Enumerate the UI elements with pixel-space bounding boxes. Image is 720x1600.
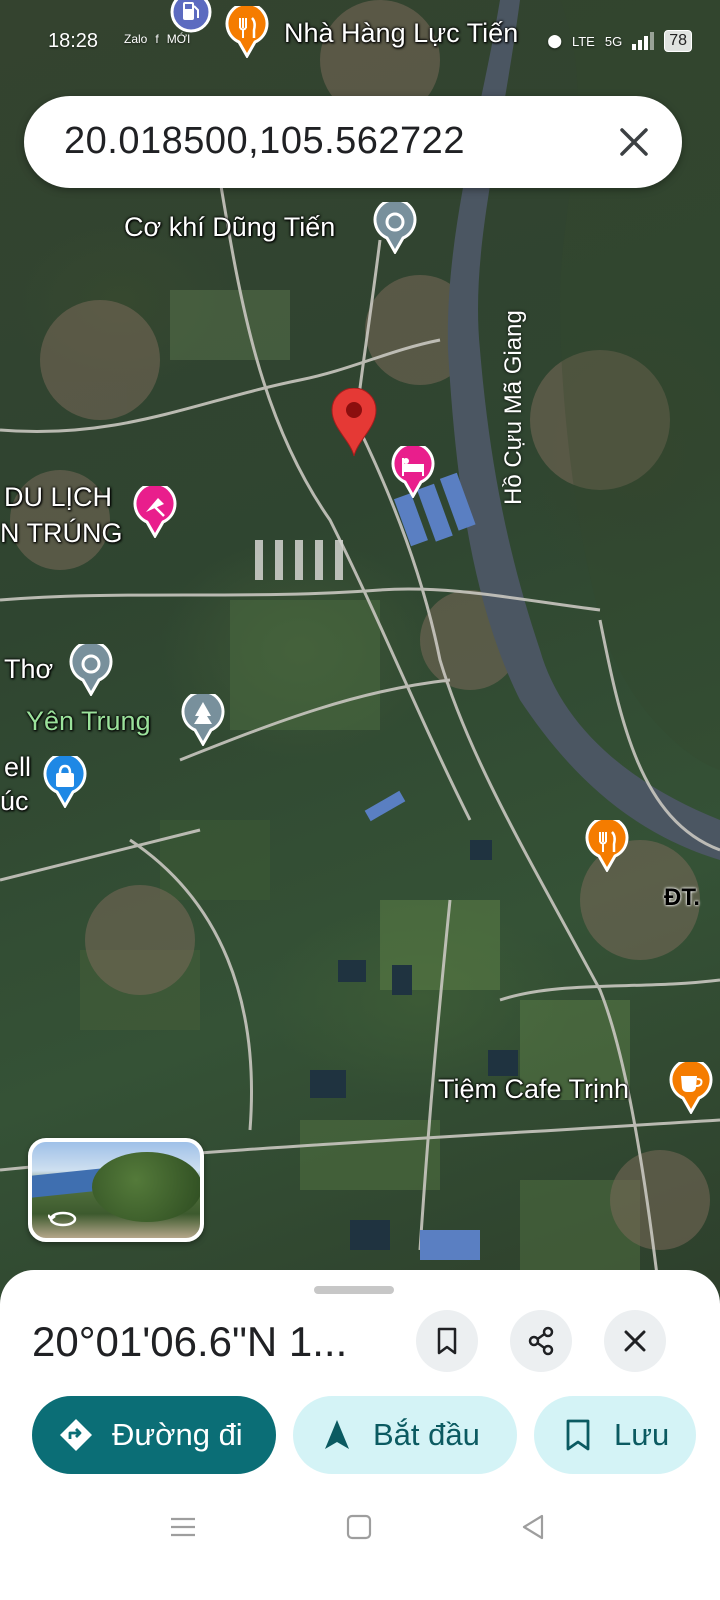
news-icon: MỚI	[166, 32, 191, 46]
save-icon-button[interactable]	[416, 1310, 478, 1372]
bookmark-icon	[437, 1327, 457, 1355]
menu-icon[interactable]	[168, 1512, 198, 1542]
hotel-icon[interactable]	[390, 446, 436, 498]
home-icon[interactable]	[344, 1512, 374, 1542]
close-icon	[624, 1330, 646, 1352]
battery-indicator: 78	[664, 30, 692, 52]
status-bar: 18:28 Zalo f MỚI ⬤ LTE 5G 78	[0, 22, 720, 62]
share-icon	[528, 1326, 554, 1356]
tourism-label-line2[interactable]: N TRÚNG	[0, 518, 123, 549]
status-indicators: ⬤ LTE 5G 78	[547, 30, 692, 52]
road-label: ĐT.	[664, 884, 700, 911]
place-title: 20°01'06.6"N 1...	[32, 1318, 348, 1365]
pin-icon[interactable]	[68, 644, 114, 696]
place-label-tho[interactable]: Thơ	[4, 654, 53, 685]
navigation-arrow-icon	[325, 1420, 349, 1449]
pin-icon[interactable]	[372, 202, 418, 254]
street-view-tree	[92, 1152, 200, 1222]
directions-button[interactable]: Đường đi	[32, 1396, 276, 1474]
status-app-icons: Zalo f MỚI	[124, 32, 190, 46]
signal-bars-icon	[632, 32, 655, 50]
map-view[interactable]: Nhà Hàng Lực Tiến Cơ khí Dũng Tiến Hồ Cự…	[0, 0, 720, 1330]
tourism-label-line1[interactable]: DU LỊCH	[4, 482, 112, 513]
shopping-label-line1[interactable]: ell	[4, 752, 31, 783]
river-label: Hồ Cựu Mã Giang	[500, 310, 527, 505]
place-label[interactable]: Cơ khí Dũng Tiến	[124, 212, 335, 243]
facebook-icon: f	[155, 32, 159, 46]
status-time: 18:28	[48, 30, 99, 52]
system-navigation-bar	[0, 1496, 720, 1556]
rotate-360-icon	[48, 1211, 77, 1227]
restaurant-icon[interactable]	[584, 820, 630, 872]
directions-label: Đường đi	[112, 1417, 243, 1452]
close-icon[interactable]	[614, 122, 654, 162]
shopping-label-line2[interactable]: úc	[0, 786, 29, 817]
bookmark-icon	[566, 1419, 590, 1451]
tourist-icon[interactable]	[132, 486, 178, 538]
shopping-icon[interactable]	[42, 756, 88, 808]
zalo-icon: Zalo	[124, 32, 148, 46]
search-query[interactable]: 20.018500,105.562722	[64, 120, 465, 163]
park-icon[interactable]	[180, 694, 226, 746]
dropped-pin-icon[interactable]	[330, 388, 378, 458]
street-view-thumbnail[interactable]	[28, 1138, 204, 1242]
cafe-icon[interactable]	[668, 1062, 714, 1114]
sheet-drag-handle[interactable]	[314, 1286, 394, 1294]
cafe-label[interactable]: Tiệm Cafe Trịnh	[438, 1074, 629, 1105]
share-button[interactable]	[510, 1310, 572, 1372]
save-label: Lưu	[614, 1417, 670, 1452]
close-sheet-button[interactable]	[604, 1310, 666, 1372]
signal-label: 5G	[604, 33, 623, 49]
back-icon[interactable]	[518, 1512, 548, 1542]
search-bar[interactable]: 20.018500,105.562722	[24, 96, 682, 188]
directions-icon	[60, 1419, 92, 1451]
network-status-label: LTE	[571, 33, 595, 49]
save-button[interactable]: Lưu	[534, 1396, 696, 1474]
start-label: Bắt đầu	[373, 1417, 480, 1452]
location-status-icon: ⬤	[547, 33, 562, 48]
park-label[interactable]: Yên Trung	[26, 706, 151, 737]
start-navigation-button[interactable]: Bắt đầu	[293, 1396, 517, 1474]
